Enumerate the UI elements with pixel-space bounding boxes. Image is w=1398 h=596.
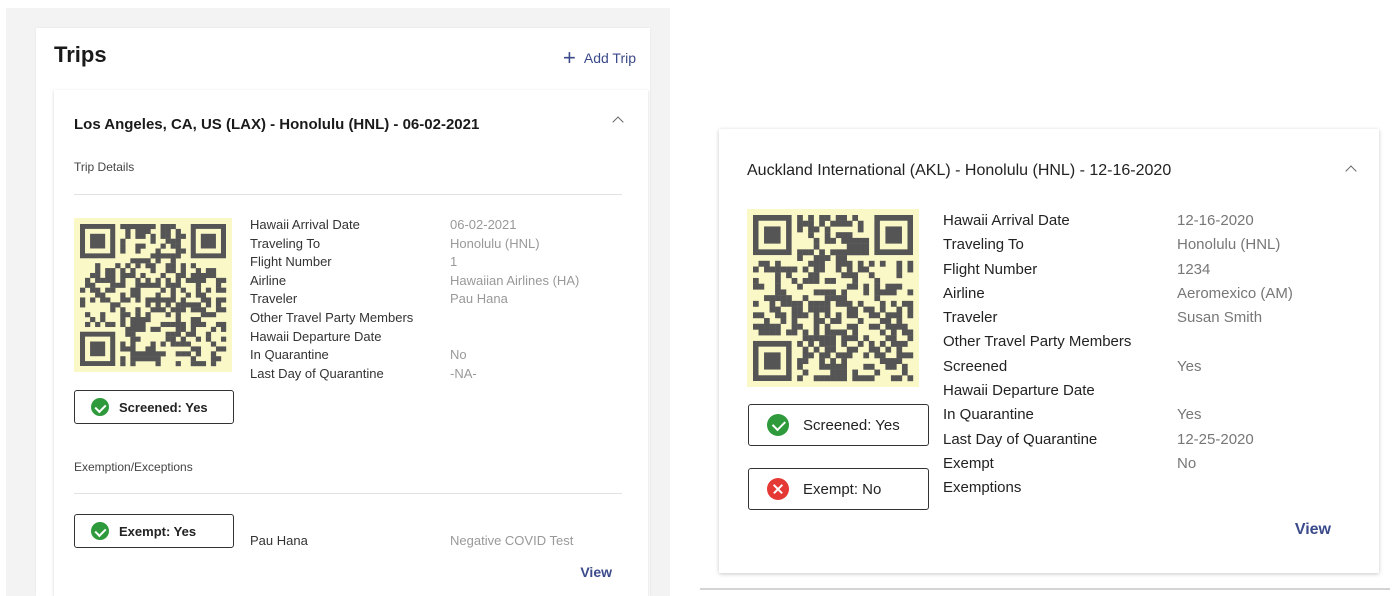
- detail-label: Traveling To: [943, 236, 1024, 254]
- trips-card: Trips + Add Trip Los Angeles, CA, US (LA…: [36, 28, 650, 596]
- detail-row: Screened Yes: [943, 355, 1293, 379]
- detail-label: Traveler: [943, 309, 998, 327]
- trip-details-list: Hawaii Arrival Date 12-16-2020 Traveling T…: [943, 209, 1293, 501]
- exempt-reason: Negative COVID Test: [450, 533, 574, 548]
- exemptions-label: Exemption/Exceptions: [74, 460, 193, 474]
- check-circle-icon: [91, 398, 109, 416]
- detail-label: Traveler: [250, 291, 298, 307]
- qr-code-graphic: [753, 215, 914, 382]
- detail-value: No: [1177, 454, 1197, 472]
- page-title: Trips: [54, 42, 107, 67]
- detail-label: Airline: [250, 272, 287, 288]
- plus-icon: +: [563, 45, 576, 70]
- detail-value: Aeromexico (AM): [1177, 284, 1293, 302]
- screened-badge-label: Screened: Yes: [803, 416, 900, 434]
- detail-row: Hawaii Arrival Date 06-02-2021: [250, 216, 579, 235]
- detail-label: Traveling To: [250, 235, 321, 251]
- trip-card-right: Auckland International (AKL) - Honolulu …: [719, 129, 1379, 573]
- detail-row: Flight Number 1234: [943, 258, 1293, 282]
- detail-row: In Quarantine Yes: [943, 403, 1293, 427]
- detail-row: Hawaii Departure Date: [250, 328, 579, 347]
- detail-row: Exempt No: [943, 452, 1293, 476]
- detail-label: Exempt: [943, 454, 994, 472]
- screened-badge: Screened: Yes: [748, 404, 929, 446]
- detail-row: Traveling To Honolulu (HNL): [250, 235, 579, 254]
- add-trip-label: Add Trip: [583, 50, 636, 66]
- exempt-badge-label: Exempt: Yes: [119, 523, 197, 539]
- detail-label: Last Day of Quarantine: [250, 365, 384, 381]
- detail-row: Airline Aeromexico (AM): [943, 282, 1293, 306]
- screened-badge-label: Screened: Yes: [119, 399, 208, 415]
- detail-row: Traveler Pau Hana: [250, 290, 579, 309]
- detail-label: Hawaii Arrival Date: [943, 212, 1070, 229]
- detail-value: Yes: [1177, 357, 1202, 375]
- view-link[interactable]: View: [1295, 521, 1331, 539]
- detail-row: Hawaii Arrival Date 12-16-2020: [943, 209, 1293, 233]
- trip-route-title: Auckland International (AKL) - Honolulu …: [747, 162, 1172, 179]
- chevron-up-icon[interactable]: [1345, 165, 1357, 177]
- detail-label: Flight Number: [250, 254, 332, 270]
- detail-row: Other Travel Party Members: [943, 330, 1293, 354]
- screened-badge: Screened: Yes: [74, 390, 234, 424]
- check-circle-icon: [767, 414, 789, 436]
- exempt-badge: Exempt: Yes: [74, 514, 234, 548]
- qr-code-icon: [74, 218, 232, 372]
- trip-details-list: Hawaii Arrival Date 06-02-2021 Traveling T…: [250, 216, 579, 383]
- chevron-up-icon[interactable]: [612, 116, 624, 128]
- trip-route-title: Los Angeles, CA, US (LAX) - Honolulu (HN…: [74, 116, 480, 133]
- detail-label: Hawaii Departure Date: [943, 382, 1095, 400]
- check-circle-icon: [91, 522, 109, 540]
- detail-label: Other Travel Party Members: [943, 333, 1132, 351]
- detail-row: Last Day of Quarantine -NA-: [250, 365, 579, 384]
- trip-card: Los Angeles, CA, US (LAX) - Honolulu (HN…: [54, 90, 648, 596]
- detail-value: 1234: [1177, 260, 1211, 278]
- detail-label: In Quarantine: [943, 406, 1034, 424]
- detail-label: Screened: [943, 357, 1008, 375]
- divider: [74, 493, 622, 494]
- detail-value: 12-25-2020: [1177, 430, 1254, 448]
- add-trip-button[interactable]: + Add Trip: [563, 45, 636, 70]
- detail-value: 06-02-2021: [450, 217, 517, 232]
- detail-value: -NA-: [450, 365, 477, 381]
- detail-label: In Quarantine: [250, 347, 329, 363]
- detail-label: Airline: [943, 284, 985, 302]
- detail-label: Last Day of Quarantine: [943, 430, 1098, 448]
- detail-value: Hawaiian Airlines (HA): [450, 272, 580, 288]
- detail-value: 1: [450, 254, 458, 270]
- detail-row: Exemptions: [943, 476, 1293, 500]
- detail-row: Flight Number 1: [250, 253, 579, 272]
- trip-details-label: Trip Details: [74, 160, 135, 174]
- detail-value: Susan Smith: [1177, 309, 1263, 327]
- qr-code-icon: [747, 209, 919, 387]
- detail-label: Hawaii Departure Date: [250, 328, 382, 344]
- detail-label: Exemptions: [943, 479, 1022, 497]
- detail-row: Hawaii Departure Date: [943, 379, 1293, 403]
- exempt-badge: Exempt: No: [748, 468, 929, 510]
- detail-row: In Quarantine No: [250, 346, 579, 365]
- detail-row: Last Day of Quarantine 12-25-2020: [943, 428, 1293, 452]
- left-panel: Trips + Add Trip Los Angeles, CA, US (LA…: [6, 8, 670, 596]
- detail-value: Yes: [1177, 406, 1202, 424]
- qr-code-graphic: [80, 224, 227, 367]
- exempt-badge-label: Exempt: No: [803, 480, 882, 498]
- detail-value: No: [450, 347, 467, 363]
- divider: [700, 588, 1390, 590]
- detail-value: Honolulu (HNL): [1177, 236, 1281, 254]
- detail-value: Pau Hana: [450, 291, 508, 307]
- detail-value: 12-16-2020: [1177, 212, 1254, 229]
- view-link[interactable]: View: [580, 564, 612, 580]
- detail-row: Traveler Susan Smith: [943, 306, 1293, 330]
- detail-row: Traveling To Honolulu (HNL): [943, 233, 1293, 257]
- detail-label: Hawaii Arrival Date: [250, 217, 360, 232]
- detail-row: Airline Hawaiian Airlines (HA): [250, 272, 579, 291]
- detail-row: Other Travel Party Members: [250, 309, 579, 328]
- detail-label: Flight Number: [943, 260, 1038, 278]
- detail-label: Other Travel Party Members: [250, 309, 414, 325]
- detail-value: Honolulu (HNL): [450, 235, 540, 251]
- exempt-person-name: Pau Hana: [250, 533, 308, 548]
- divider: [74, 194, 622, 195]
- x-circle-icon: [767, 478, 789, 500]
